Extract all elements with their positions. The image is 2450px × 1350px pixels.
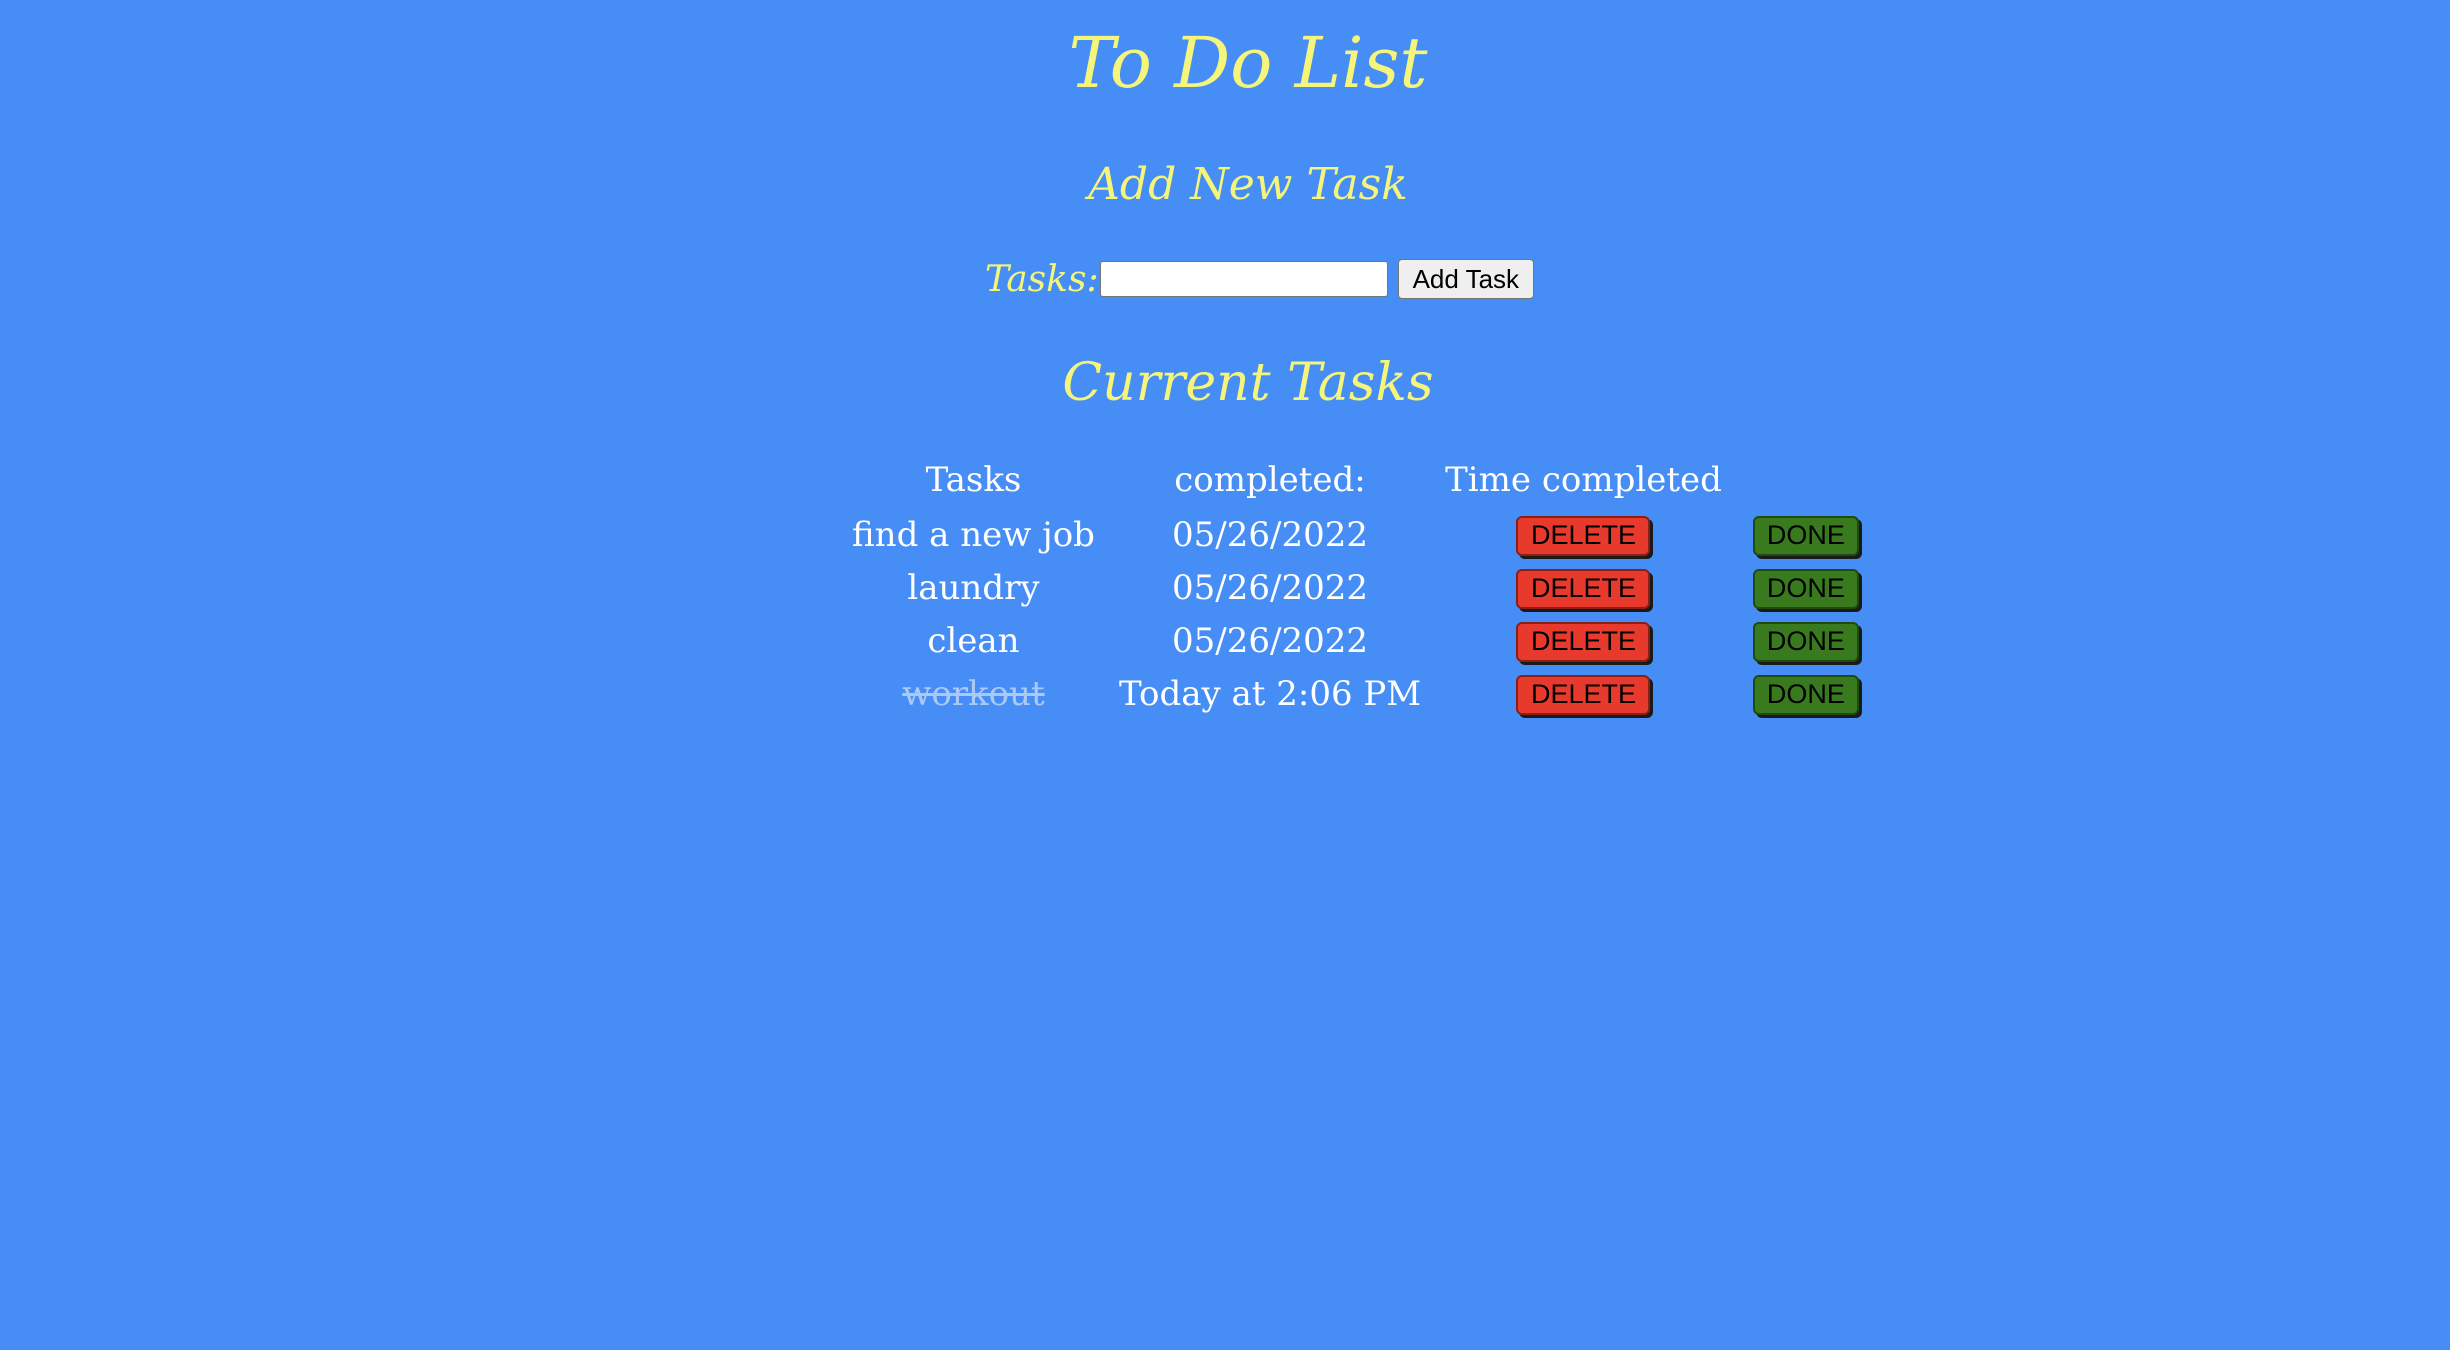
delete-button[interactable]: DELETE: [1516, 568, 1651, 609]
task-cell: find a new job: [840, 508, 1107, 561]
done-button[interactable]: DONE: [1752, 621, 1859, 662]
completed-date-cell: 05/26/2022: [1172, 567, 1368, 608]
column-header-actions: [1734, 452, 1878, 508]
task-text: clean: [927, 620, 1020, 661]
completed-date-cell: Today at 2:06 PM: [1118, 673, 1422, 714]
completed-date-cell: 05/26/2022: [1172, 514, 1368, 555]
task-text: laundry: [907, 567, 1040, 608]
delete-cell: DELETE: [1433, 508, 1734, 561]
current-tasks-heading: Current Tasks: [1062, 353, 1434, 413]
column-header-time-completed: Time completed: [1445, 460, 1722, 500]
table-row: laundry 05/26/2022 DELETE DONE: [840, 561, 1878, 614]
done-cell: DONE: [1734, 667, 1878, 720]
table-header-row: Tasks completed: Time completed: [840, 452, 1878, 508]
delete-cell: DELETE: [1433, 667, 1734, 720]
add-task-form: Tasks: Add Task: [985, 256, 1535, 302]
task-cell: workout: [840, 667, 1107, 720]
task-cell: clean: [840, 614, 1107, 667]
done-button[interactable]: DONE: [1752, 568, 1859, 609]
done-cell: DONE: [1734, 614, 1878, 667]
add-task-heading: Add New Task: [1088, 159, 1408, 210]
task-text: workout: [902, 673, 1045, 714]
delete-cell: DELETE: [1433, 561, 1734, 614]
column-header-tasks: Tasks: [925, 460, 1022, 500]
done-cell: DONE: [1734, 561, 1878, 614]
page-title: To Do List: [1068, 22, 1428, 104]
task-cell: laundry: [840, 561, 1107, 614]
task-text: find a new job: [852, 514, 1095, 555]
task-input-label: Tasks:: [985, 258, 1099, 300]
table-row: find a new job 05/26/2022 DELETE DONE: [840, 508, 1878, 561]
delete-cell: DELETE: [1433, 614, 1734, 667]
completed-date-cell: 05/26/2022: [1172, 620, 1368, 661]
tasks-table: Tasks completed: Time completed find a n…: [840, 452, 1878, 720]
done-cell: DONE: [1734, 508, 1878, 561]
table-row: workout Today at 2:06 PM DELETE DONE: [840, 667, 1878, 720]
delete-button[interactable]: DELETE: [1516, 515, 1651, 556]
done-button[interactable]: DONE: [1752, 674, 1859, 715]
task-input[interactable]: [1099, 261, 1388, 297]
table-row: clean 05/26/2022 DELETE DONE: [840, 614, 1878, 667]
done-button[interactable]: DONE: [1752, 515, 1859, 556]
column-header-completed: completed:: [1174, 460, 1366, 500]
delete-button[interactable]: DELETE: [1516, 674, 1651, 715]
add-task-button[interactable]: Add Task: [1397, 259, 1535, 299]
delete-button[interactable]: DELETE: [1516, 621, 1651, 662]
